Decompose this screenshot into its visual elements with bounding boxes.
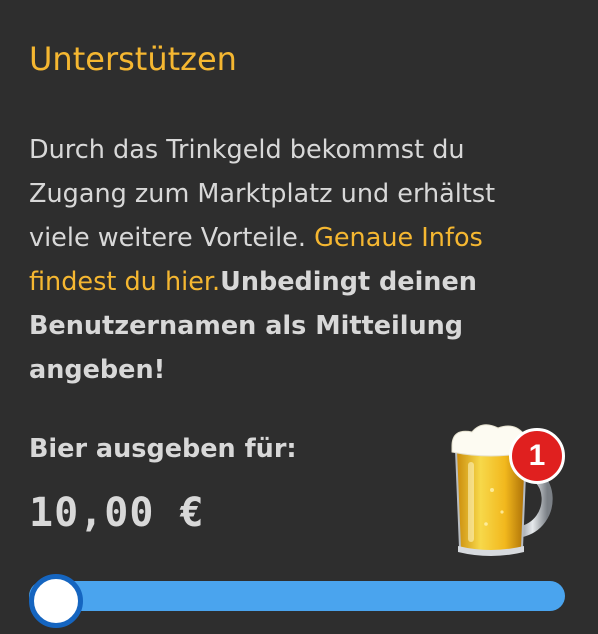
page-title: Unterstützen — [29, 40, 237, 78]
amount-display: 10,00 € — [29, 490, 205, 536]
notification-badge: 1 — [509, 428, 565, 484]
description: Durch das Trinkgeld bekommst du Zugang z… — [29, 128, 549, 392]
slider-track[interactable] — [29, 581, 565, 611]
bier-label: Bier ausgeben für: — [29, 434, 297, 464]
slider-thumb[interactable] — [29, 574, 83, 628]
amount-slider[interactable] — [29, 574, 565, 628]
